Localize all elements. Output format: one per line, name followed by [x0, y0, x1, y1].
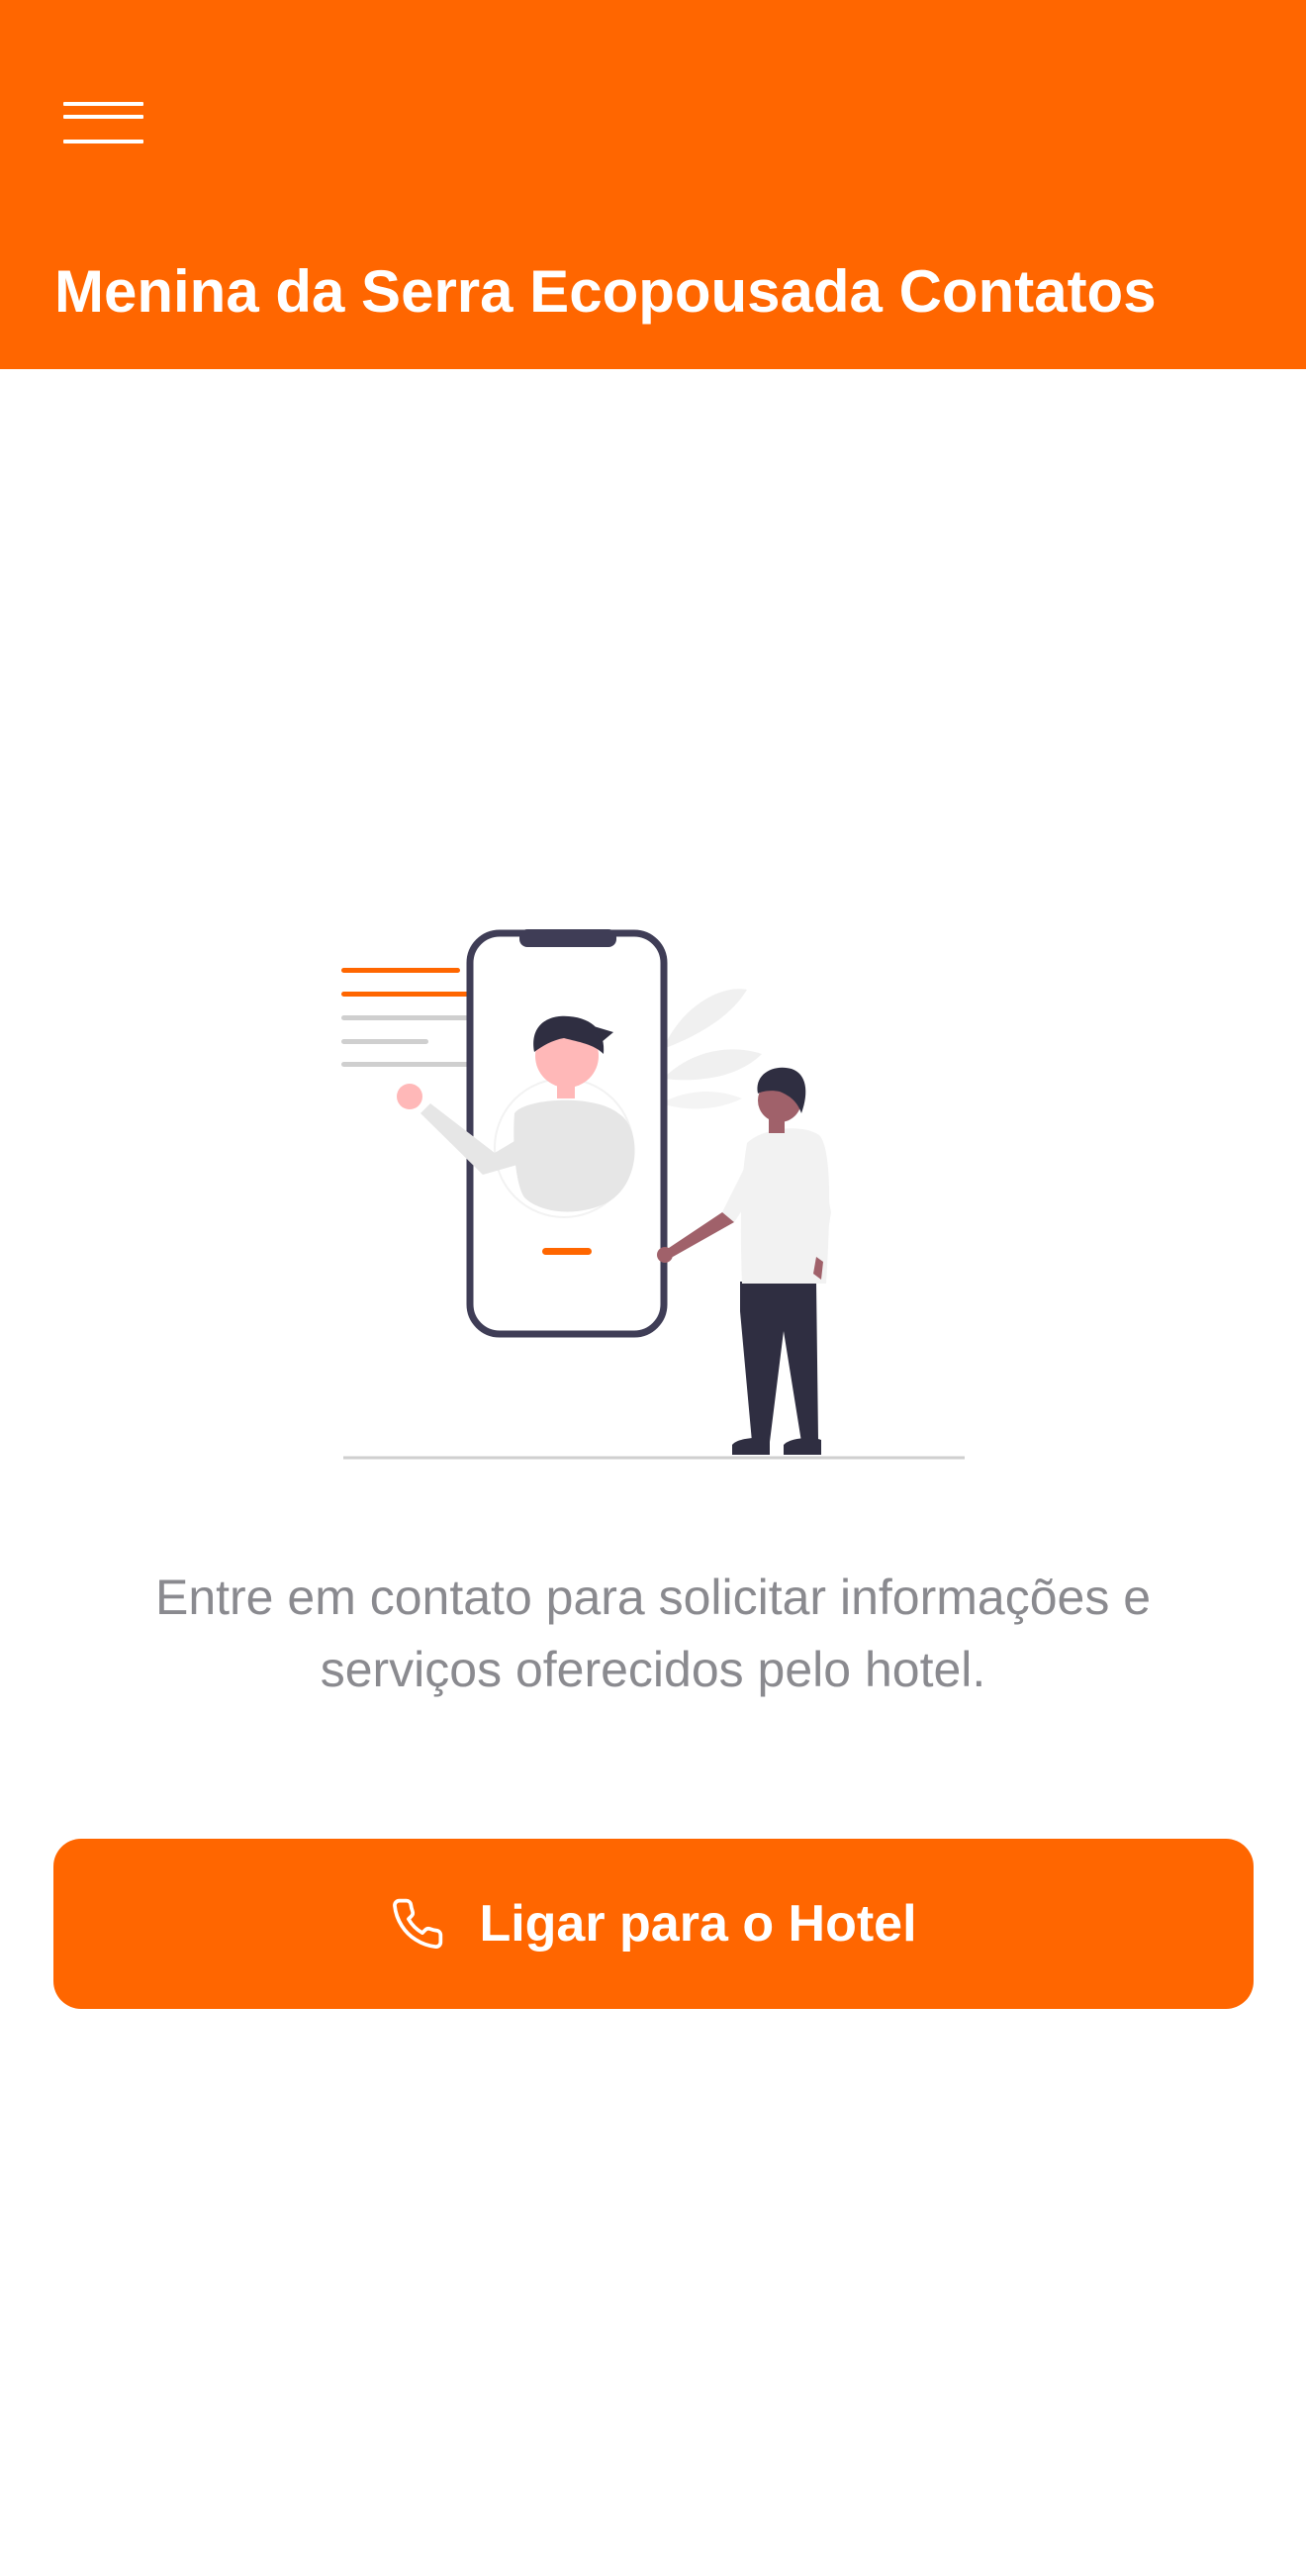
menu-bar-line	[63, 102, 143, 106]
app-screen: Menina da Serra Ecopousada Contatos Entr…	[0, 0, 1306, 2576]
menu-bar-line	[63, 115, 143, 119]
contact-description: Entre em contato para solicitar informaç…	[154, 1570, 1152, 1697]
header-bar: Menina da Serra Ecopousada Contatos	[0, 0, 1306, 369]
call-hotel-button[interactable]: Ligar para o Hotel	[53, 1839, 1254, 2009]
hamburger-menu-icon[interactable]	[49, 89, 158, 158]
page-title: Menina da Serra Ecopousada Contatos	[54, 258, 1157, 325]
menu-bar-line	[63, 140, 143, 143]
phone-icon	[393, 1898, 443, 1950]
contact-phone-illustration	[326, 915, 980, 1465]
call-hotel-button-label: Ligar para o Hotel	[479, 1895, 917, 1953]
